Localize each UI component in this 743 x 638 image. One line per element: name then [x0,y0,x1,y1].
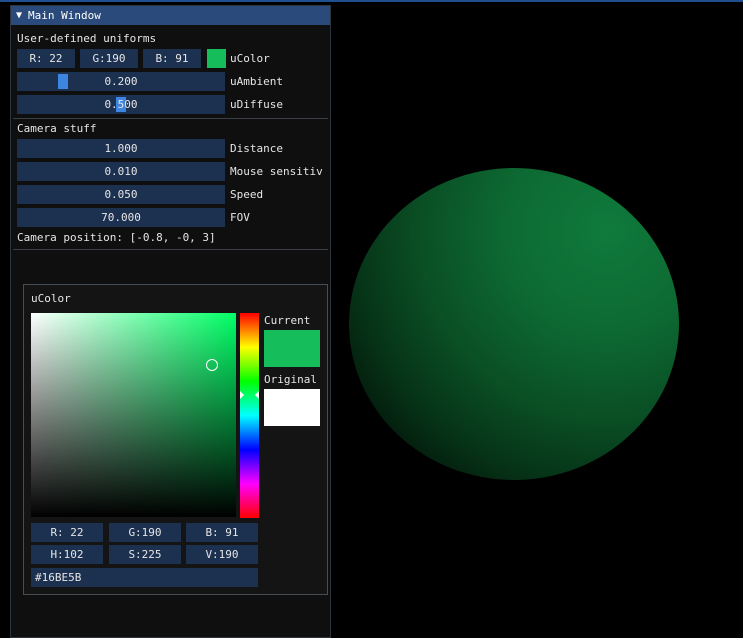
distance-drag-field[interactable]: 1.000 [17,139,225,158]
uambient-value: 0.200 [104,75,138,88]
udiffuse-value: 0.500 [104,98,138,111]
ucolor-label: uColor [230,52,270,65]
current-color-swatch [264,330,320,367]
camera-position-text: Camera position: [-0.8, -0, 3] [17,231,216,244]
speed-drag-field[interactable]: 0.050 [17,185,225,204]
original-color-swatch[interactable] [264,389,320,426]
sv-cursor-icon[interactable] [206,359,218,371]
hue-marker-left-icon [240,391,244,399]
sv-black-layer [31,313,236,517]
ucolor-b-field[interactable]: B: 91 [143,49,201,68]
render-viewport[interactable] [331,2,743,638]
mouse-sensitivity-drag-field[interactable]: 0.010 [17,162,225,181]
original-label: Original [264,373,317,386]
current-label: Current [264,314,311,327]
picker-hex-input[interactable]: #16BE5B [31,568,258,587]
distance-label: Distance [230,142,283,155]
uambient-slider-grab[interactable] [58,74,68,89]
window-titlebar[interactable]: ▼ Main Window [11,6,330,25]
hue-marker-right-icon [255,391,259,399]
speed-label: Speed [230,188,264,201]
ucolor-g-field[interactable]: G:190 [80,49,138,68]
picker-v-field[interactable]: V:190 [186,545,258,564]
picker-title: uColor [31,292,71,305]
hue-bar[interactable] [240,313,259,518]
separator [13,249,328,250]
camera-section-label: Camera stuff [17,122,97,135]
picker-h-field[interactable]: H:102 [31,545,103,564]
collapse-arrow-icon[interactable]: ▼ [16,10,22,21]
mouse-sensitivity-label: Mouse sensitiv [230,165,323,178]
ucolor-r-field[interactable]: R: 22 [17,49,75,68]
ucolor-swatch-button[interactable] [207,49,226,68]
picker-g-field[interactable]: G:190 [109,523,181,542]
picker-r-field[interactable]: R: 22 [31,523,103,542]
separator [13,118,328,119]
window-title: Main Window [28,9,101,22]
udiffuse-label: uDiffuse [230,98,283,111]
picker-b-field[interactable]: B: 91 [186,523,258,542]
shaded-sphere [349,168,679,480]
fov-drag-field[interactable]: 70.000 [17,208,225,227]
fov-label: FOV [230,211,250,224]
udiffuse-slider[interactable]: 0.500 [17,95,225,114]
uniforms-section-label: User-defined uniforms [17,32,157,45]
picker-s-field[interactable]: S:225 [109,545,181,564]
uambient-slider[interactable]: 0.200 [17,72,225,91]
saturation-value-square[interactable] [31,313,236,517]
uambient-label: uAmbient [230,75,283,88]
